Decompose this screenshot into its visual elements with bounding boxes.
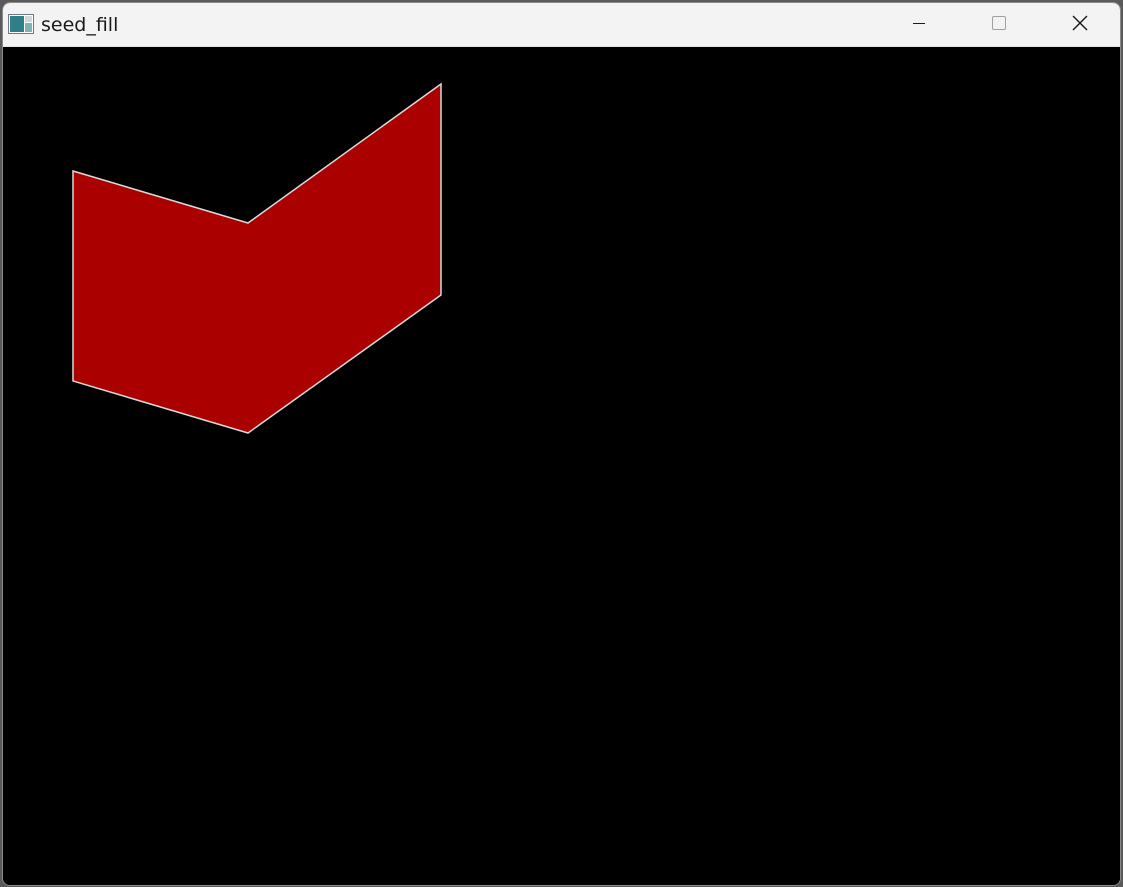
drawing-canvas[interactable] xyxy=(3,47,1120,885)
minimize-icon xyxy=(911,15,927,35)
app-window: seed_fill xyxy=(2,2,1121,886)
canvas-svg xyxy=(72,82,442,434)
maximize-button[interactable] xyxy=(976,3,1022,47)
close-button[interactable] xyxy=(1057,3,1103,47)
close-icon xyxy=(1071,14,1089,36)
app-window-icon xyxy=(8,14,34,34)
filled-polygon xyxy=(72,82,442,434)
minimize-button[interactable] xyxy=(896,3,942,47)
maximize-icon xyxy=(991,15,1007,35)
title-bar[interactable]: seed_fill xyxy=(3,3,1120,47)
window-title: seed_fill xyxy=(41,14,119,36)
